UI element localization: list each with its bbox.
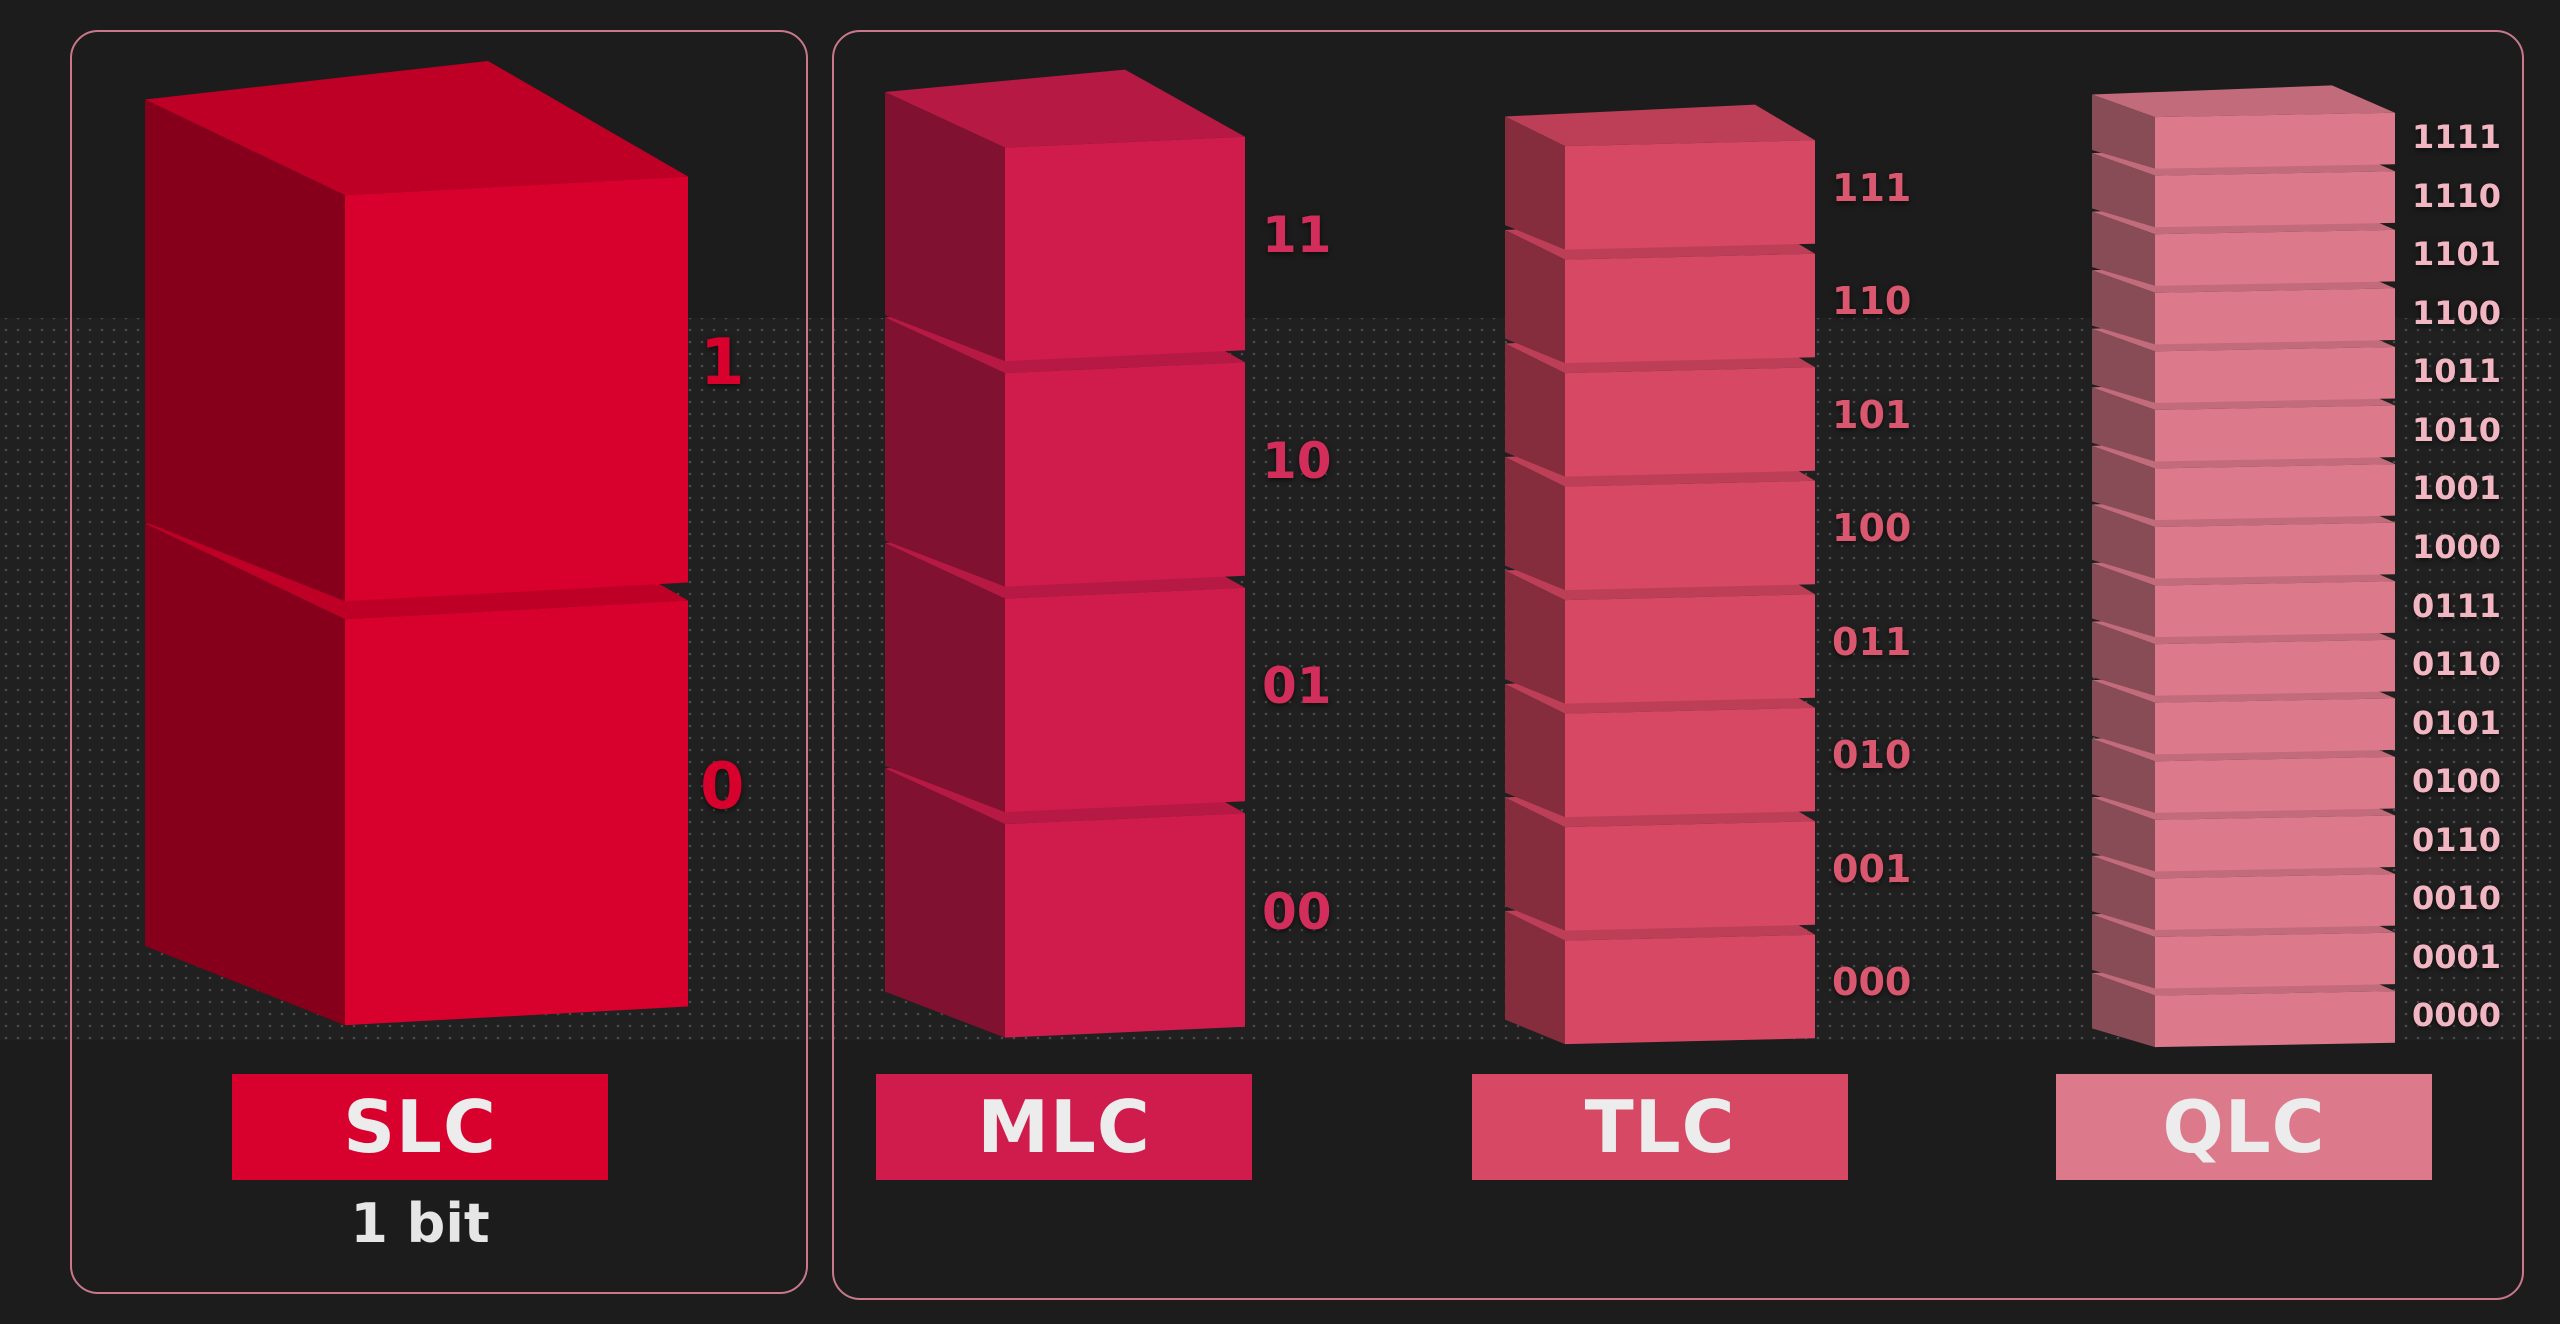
block-front-face: [2155, 229, 2395, 286]
qlc-level-label: 1011: [2412, 352, 2502, 391]
qlc-level-label: 1111: [2412, 118, 2502, 156]
block-front-face: [2155, 874, 2395, 930]
tlc-stack: [1505, 104, 1815, 1045]
block-front-face: [2155, 698, 2395, 755]
slc-level-label: 0: [700, 750, 745, 825]
block-front-face: [1565, 480, 1815, 591]
qlc-level-label: 0001: [2412, 937, 2502, 976]
tlc-level-label: 110: [1832, 279, 1912, 324]
block-front-face: [1565, 140, 1815, 250]
block-front-face: [2155, 991, 2395, 1048]
block-front-face: [1565, 253, 1815, 364]
mlc-level-label: 11: [1262, 206, 1332, 265]
block-front-face: [1005, 813, 1245, 1038]
slc-bit-caption: 1 bit: [350, 1192, 490, 1255]
block-front-face: [1565, 594, 1815, 704]
qlc-level-label: 0101: [2412, 703, 2502, 742]
mlc-level-label: 01: [1262, 657, 1332, 716]
block-front-face: [1565, 934, 1815, 1045]
block-front-face: [1005, 587, 1245, 813]
tlc-level-label: 000: [1832, 960, 1912, 1005]
block-front-face: [345, 600, 688, 1026]
slc-stack: [145, 61, 688, 1026]
qlc-level-label: 0000: [2412, 996, 2502, 1035]
tlc-level-label: 010: [1832, 733, 1912, 778]
block-front-face: [345, 176, 688, 602]
block-front-face: [2155, 639, 2395, 696]
block-front-face: [1005, 362, 1245, 587]
block-front-face: [1565, 367, 1815, 477]
nand-cell-diagram: SLC MLC TLC QLC 1 bit 1 0 11 10 01 00 111 110 10…: [0, 0, 2560, 1324]
tlc-level-label: 100: [1832, 506, 1912, 551]
block-front-face: [2155, 171, 2395, 228]
block-front-face: [2155, 756, 2395, 813]
qlc-level-label: 1001: [2412, 469, 2502, 508]
block-front-face: [2155, 815, 2395, 872]
qlc-level-label: 1000: [2412, 527, 2502, 566]
qlc-level-label: 1100: [2412, 293, 2502, 332]
block-front-face: [2155, 522, 2395, 579]
tlc-level-label: 111: [1832, 165, 1912, 210]
block-front-face: [1565, 707, 1815, 818]
qlc-level-label: 0111: [2412, 586, 2502, 625]
qlc-level-label: 0010: [2412, 879, 2502, 918]
tlc-label: TLC: [1472, 1074, 1848, 1180]
block-front-face: [1565, 821, 1815, 931]
qlc-label: QLC: [2056, 1074, 2432, 1180]
block-front-face: [2155, 346, 2395, 403]
mlc-level-block: [885, 69, 1245, 362]
qlc-level-label: 1101: [2412, 235, 2502, 274]
block-front-face: [2155, 288, 2395, 345]
slc-level-label: 1: [700, 326, 745, 401]
block-front-face: [2155, 932, 2395, 989]
block-front-face: [2155, 112, 2395, 169]
mlc-label: MLC: [876, 1074, 1252, 1180]
slc-level-block: [145, 61, 688, 602]
block-front-face: [2155, 581, 2395, 638]
tlc-level-block: [1505, 104, 1815, 250]
qlc-stack: [2092, 85, 2395, 1048]
tlc-level-label: 011: [1832, 619, 1912, 664]
block-front-face: [1005, 136, 1245, 362]
qlc-level-label: 1110: [2412, 176, 2502, 215]
tlc-level-label: 101: [1832, 392, 1912, 437]
mlc-stack: [885, 69, 1245, 1038]
qlc-level-label: 0110: [2412, 820, 2502, 859]
mlc-level-label: 00: [1262, 882, 1332, 941]
qlc-level-label: 0100: [2412, 762, 2502, 801]
slc-label: SLC: [232, 1074, 608, 1180]
block-front-face: [2155, 405, 2395, 462]
mlc-level-label: 10: [1262, 431, 1332, 490]
qlc-level-label: 1010: [2412, 410, 2502, 449]
block-front-face: [2155, 464, 2395, 521]
qlc-level-block: [2092, 85, 2395, 169]
qlc-level-label: 0110: [2412, 645, 2502, 684]
tlc-level-label: 001: [1832, 846, 1912, 891]
